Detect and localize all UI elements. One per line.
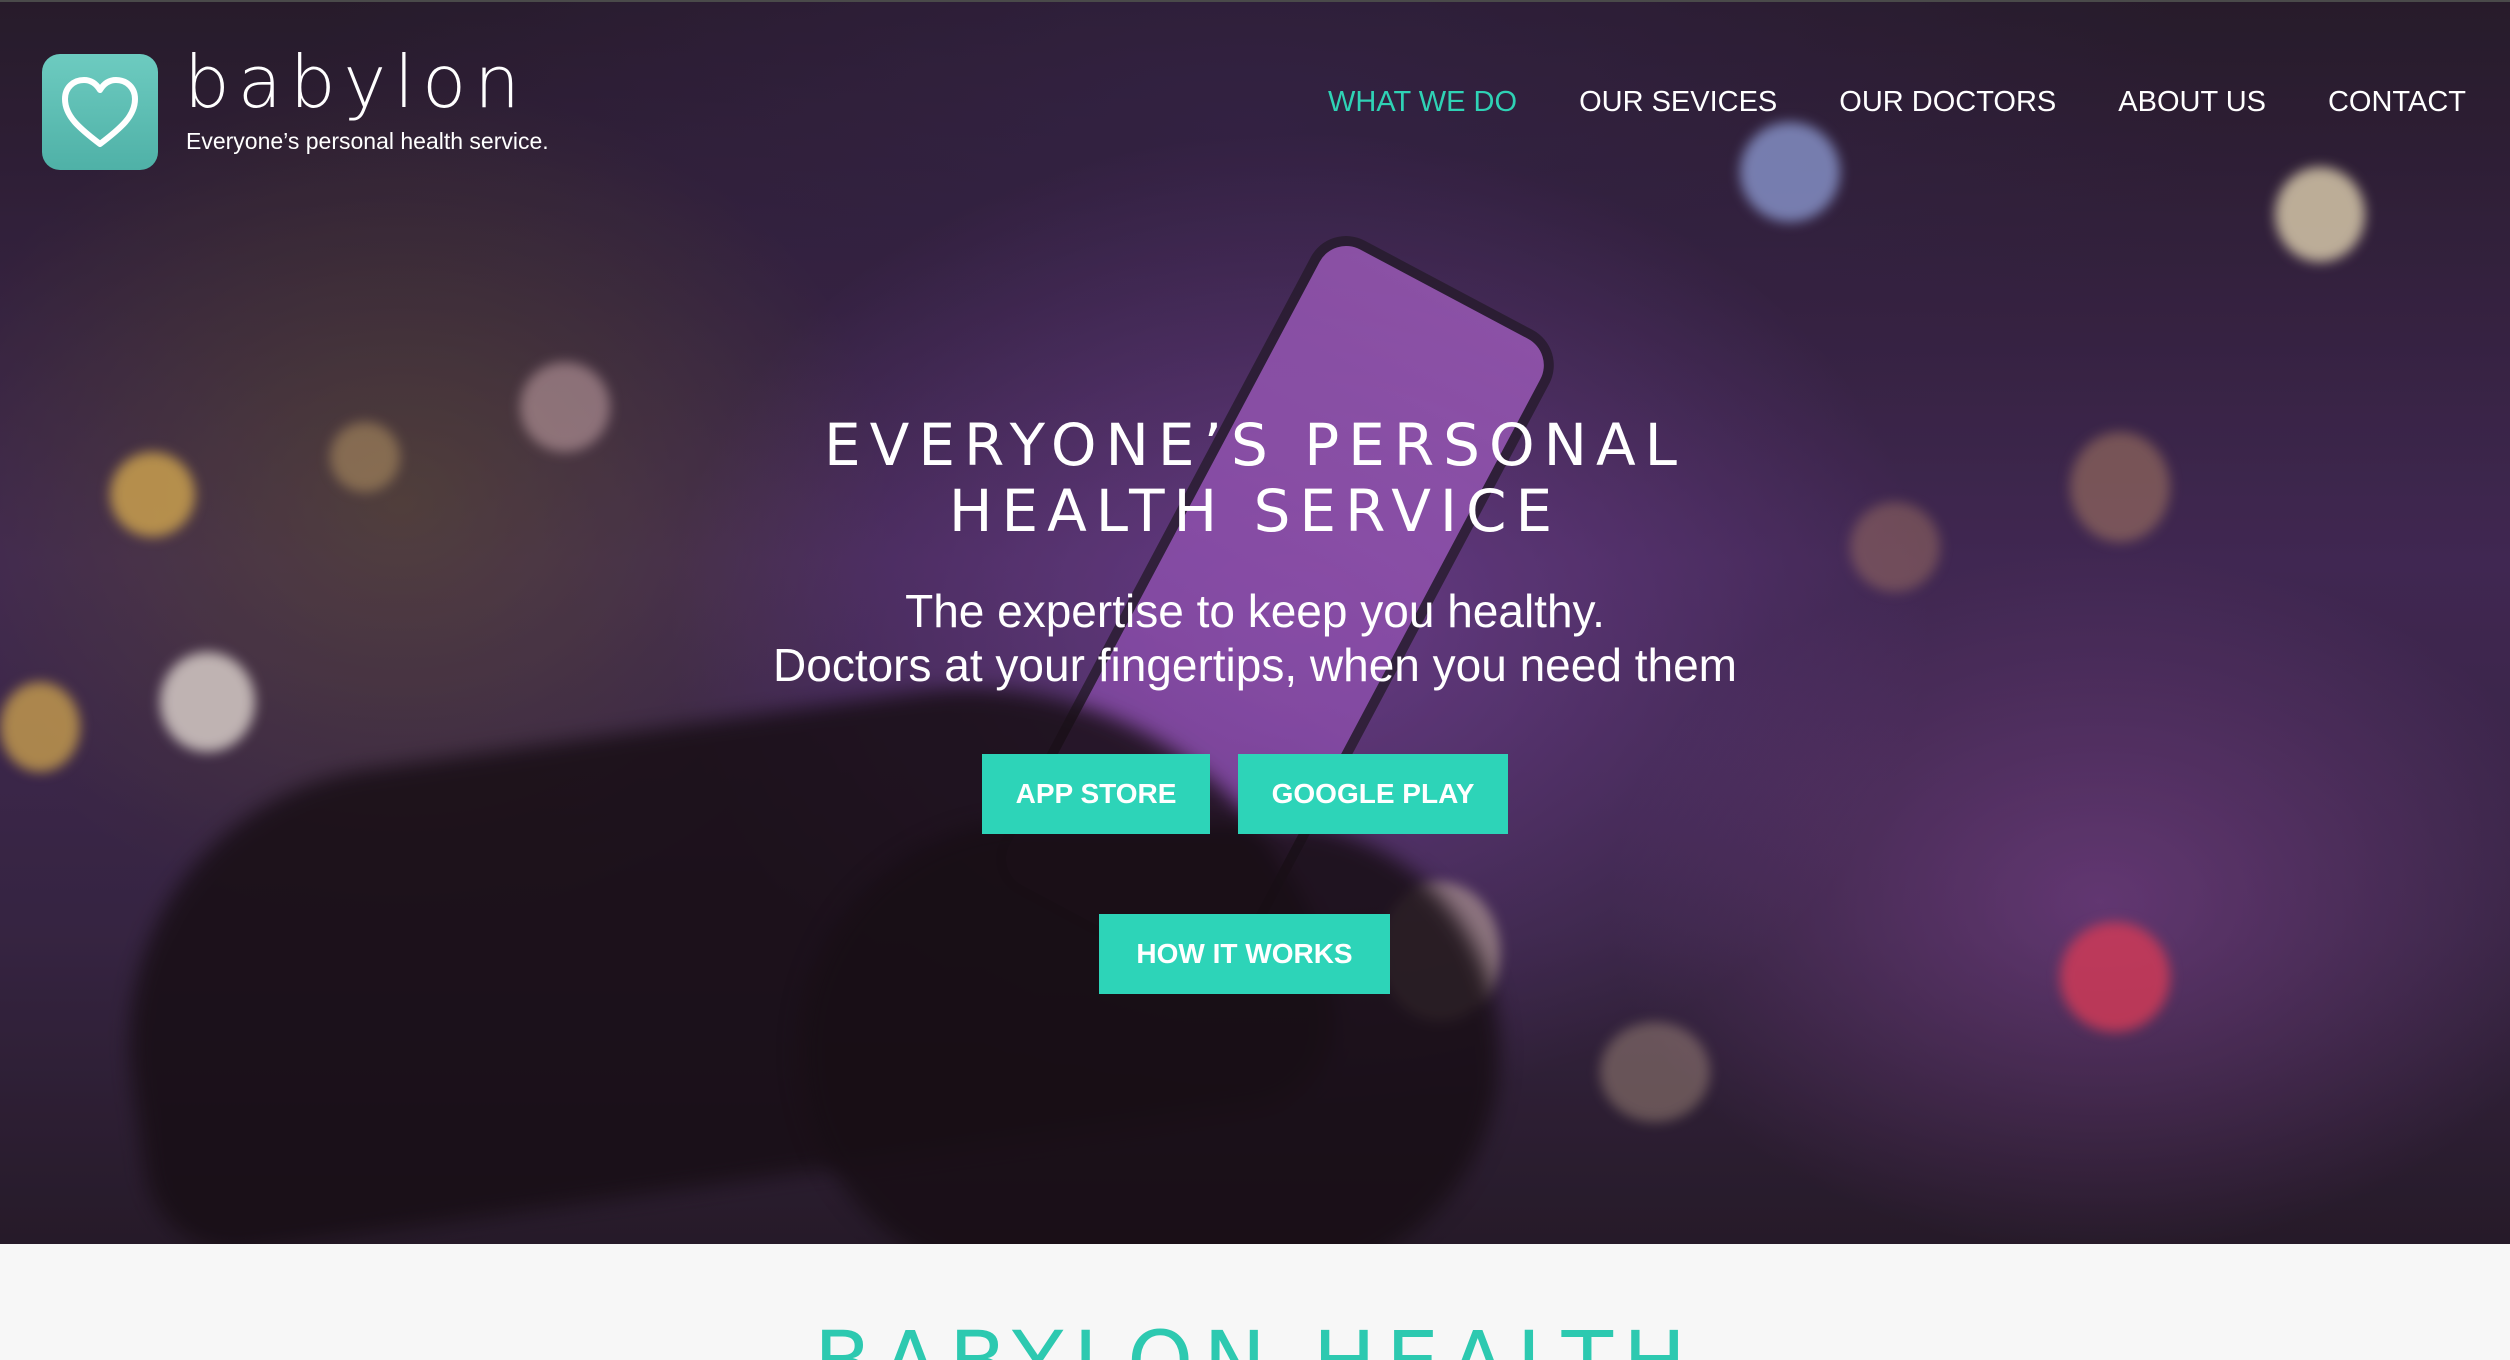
hero-subtitle-line: The expertise to keep you healthy.	[905, 585, 1605, 637]
nav-link-what-we-do[interactable]: WHAT WE DO	[1328, 86, 1517, 118]
section-heading: BABYLON HEALTH	[0, 1320, 2510, 1360]
nav-item-about-us: ABOUT US	[2118, 86, 2266, 119]
nav-link-contact[interactable]: CONTACT	[2328, 86, 2466, 118]
app-store-button[interactable]: APP STORE	[982, 754, 1210, 834]
hero-section: babylon Everyone’s personal health servi…	[0, 2, 2510, 1244]
how-it-works-button[interactable]: HOW IT WORKS	[1099, 914, 1390, 994]
hero-title-line: EVERYONE’S PERSONAL	[824, 411, 1686, 479]
main-nav: WHAT WE DO OUR SEVICES OUR DOCTORS ABOUT…	[1328, 86, 2466, 119]
logo-icon-tile[interactable]	[42, 54, 158, 170]
google-play-button[interactable]: GOOGLE PLAY	[1238, 754, 1508, 834]
intro-section: BABYLON HEALTH	[0, 1244, 2510, 1360]
hero-title-line: HEALTH SERVICE	[948, 477, 1562, 545]
nav-link-about-us[interactable]: ABOUT US	[2118, 86, 2266, 118]
nav-item-contact: CONTACT	[2328, 86, 2466, 119]
nav-link-our-doctors[interactable]: OUR DOCTORS	[1839, 86, 2056, 118]
nav-link-our-services[interactable]: OUR SEVICES	[1579, 86, 1777, 118]
page: babylon Everyone’s personal health servi…	[0, 0, 2510, 1360]
hero-title: EVERYONE’S PERSONAL HEALTH SERVICE	[0, 412, 2510, 544]
nav-item-what-we-do: WHAT WE DO	[1328, 86, 1517, 119]
hero-subtitle: The expertise to keep you healthy. Docto…	[0, 584, 2510, 692]
logo-wordmark[interactable]: babylon	[184, 46, 528, 118]
nav-item-our-services: OUR SEVICES	[1579, 86, 1777, 119]
heart-icon	[62, 77, 138, 147]
logo-tagline: Everyone’s personal health service.	[186, 128, 549, 154]
hero-subtitle-line: Doctors at your fingertips, when you nee…	[773, 639, 1737, 691]
nav-item-our-doctors: OUR DOCTORS	[1839, 86, 2056, 119]
